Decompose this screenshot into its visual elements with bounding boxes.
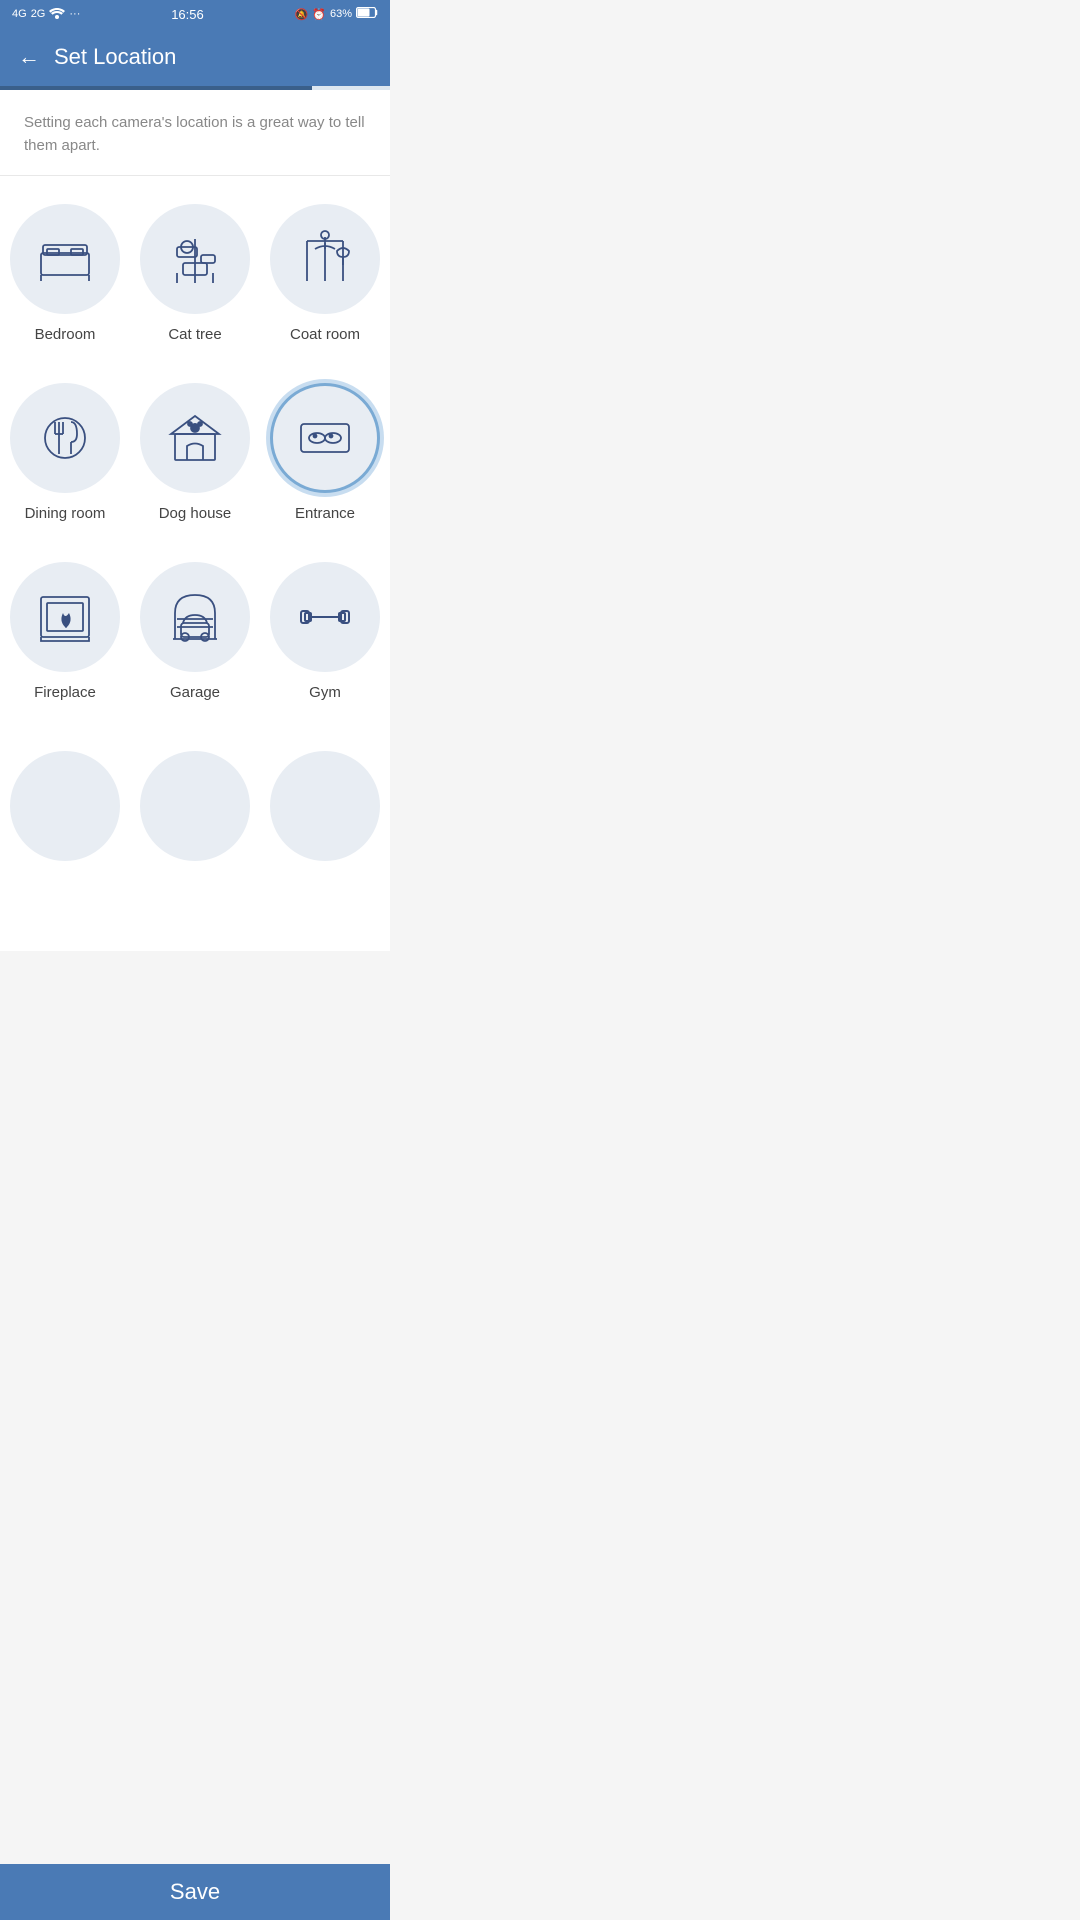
dog-house-label: Dog house xyxy=(159,505,232,522)
location-item-garage[interactable]: Garage xyxy=(130,544,260,723)
dog-house-icon-circle xyxy=(140,383,250,493)
wifi-icon xyxy=(49,7,65,22)
alarm-icon: ⏰ xyxy=(312,8,326,21)
partial-item-1 xyxy=(0,741,130,871)
partial-circle-3 xyxy=(270,751,380,861)
dog-house-icon xyxy=(163,406,227,470)
location-item-dining-room[interactable]: Dining room xyxy=(0,365,130,544)
status-left: 4G 2G ··· xyxy=(12,7,80,22)
dining-room-icon xyxy=(33,406,97,470)
coat-room-icon-circle xyxy=(270,204,380,314)
garage-icon xyxy=(163,585,227,649)
status-right: 🔕 ⏰ 63% xyxy=(295,7,378,21)
garage-icon-circle xyxy=(140,562,250,672)
cat-tree-label: Cat tree xyxy=(168,326,221,343)
partial-item-2 xyxy=(130,741,260,871)
dining-room-icon-circle xyxy=(10,383,120,493)
battery-text: 63% xyxy=(330,8,352,20)
partial-item-3 xyxy=(260,741,390,871)
network-indicator-2g: 2G xyxy=(31,8,46,20)
fireplace-label: Fireplace xyxy=(34,684,96,701)
bell-icon: 🔕 xyxy=(295,8,309,21)
gym-label: Gym xyxy=(309,684,341,701)
garage-label: Garage xyxy=(170,684,220,701)
dots-icon: ··· xyxy=(69,8,80,20)
fireplace-icon xyxy=(33,585,97,649)
location-item-gym[interactable]: Gym xyxy=(260,544,390,723)
location-item-entrance[interactable]: Entrance xyxy=(260,365,390,544)
cat-tree-icon xyxy=(163,227,227,291)
save-bar[interactable]: Save xyxy=(0,1864,390,1920)
cat-tree-icon-circle xyxy=(140,204,250,314)
progress-fill xyxy=(0,86,312,90)
location-item-bedroom[interactable]: Bedroom xyxy=(0,186,130,365)
subtitle-text: Setting each camera's location is a grea… xyxy=(0,90,390,176)
back-button[interactable]: ← xyxy=(18,44,40,70)
entrance-label: Entrance xyxy=(295,505,355,522)
bedroom-icon xyxy=(33,227,97,291)
dining-room-label: Dining room xyxy=(25,505,106,522)
coat-room-icon xyxy=(293,227,357,291)
status-time: 16:56 xyxy=(171,7,204,22)
partial-circle-1 xyxy=(10,751,120,861)
location-item-dog-house[interactable]: Dog house xyxy=(130,365,260,544)
bedroom-icon-circle xyxy=(10,204,120,314)
entrance-icon-circle xyxy=(270,383,380,493)
gym-icon xyxy=(293,585,357,649)
page-title: Set Location xyxy=(54,44,176,70)
partial-row xyxy=(0,723,390,951)
fireplace-icon-circle xyxy=(10,562,120,672)
save-button[interactable]: Save xyxy=(170,1879,220,1905)
header: ← Set Location xyxy=(0,28,390,86)
location-grid: Bedroom Cat tree xyxy=(0,176,390,723)
location-item-cat-tree[interactable]: Cat tree xyxy=(130,186,260,365)
battery-icon xyxy=(356,7,378,21)
bedroom-label: Bedroom xyxy=(35,326,96,343)
entrance-icon xyxy=(293,406,357,470)
network-indicator: 4G xyxy=(12,8,27,20)
gym-icon-circle xyxy=(270,562,380,672)
coat-room-label: Coat room xyxy=(290,326,360,343)
partial-circle-2 xyxy=(140,751,250,861)
location-item-coat-room[interactable]: Coat room xyxy=(260,186,390,365)
location-item-fireplace[interactable]: Fireplace xyxy=(0,544,130,723)
status-bar: 4G 2G ··· 16:56 🔕 ⏰ 63% xyxy=(0,0,390,28)
